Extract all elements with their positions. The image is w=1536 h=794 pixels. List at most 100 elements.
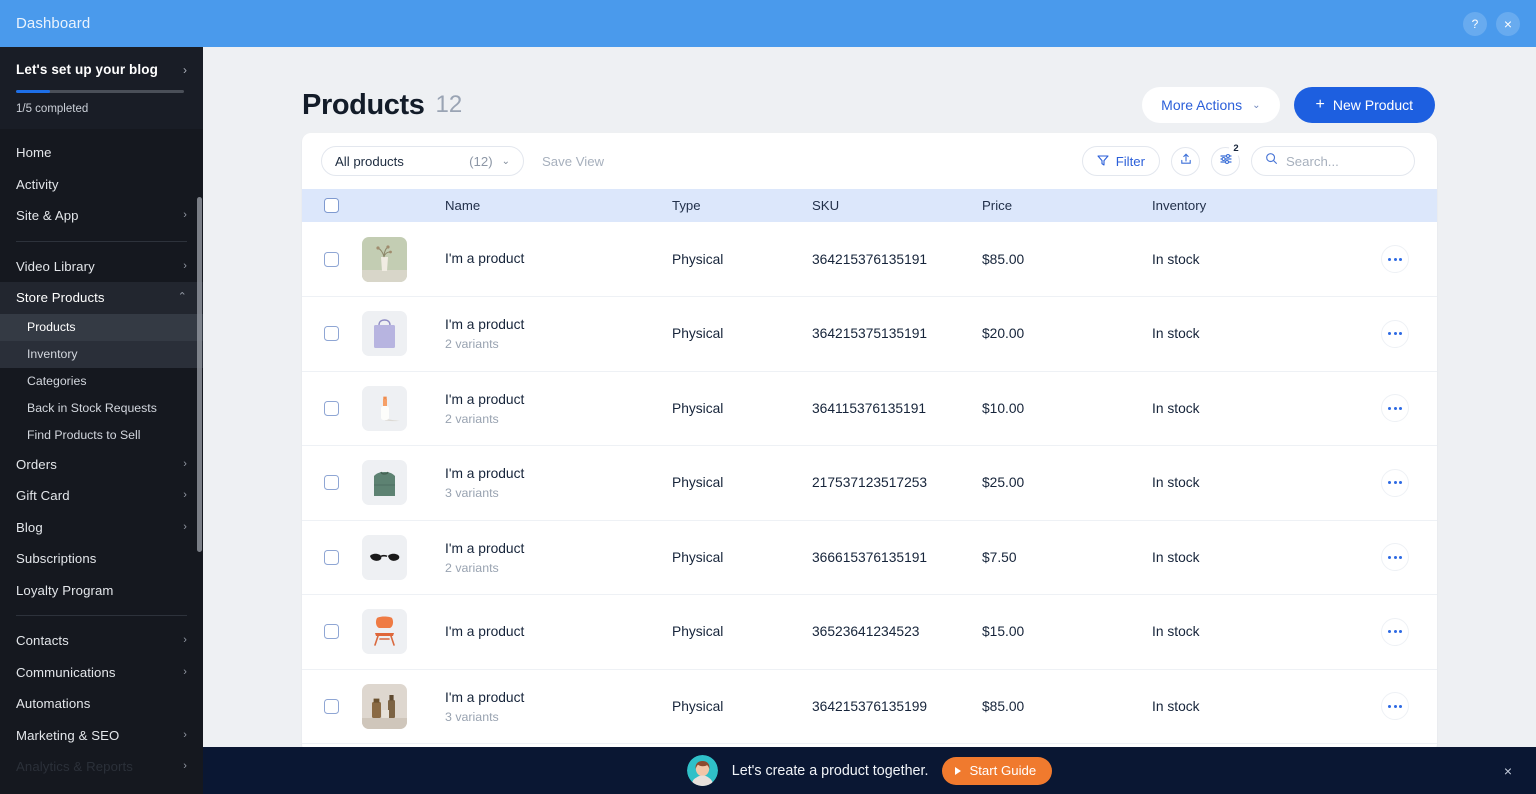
sidebar-item-find-products-to-sell[interactable]: Find Products to Sell (0, 422, 203, 449)
row-more-actions-button[interactable] (1381, 320, 1409, 348)
page-header: Products 12 More Actions ⌄ + New Product (203, 47, 1536, 133)
row-checkbox[interactable] (324, 326, 339, 341)
search-box[interactable] (1251, 146, 1415, 176)
close-icon[interactable]: × (1496, 12, 1520, 36)
sidebar-item-contacts[interactable]: Contacts› (0, 625, 203, 657)
sidebar-item-products[interactable]: Products (0, 314, 203, 341)
row-actions-cell (1357, 595, 1437, 670)
row-more-actions-button[interactable] (1381, 245, 1409, 273)
filter-button[interactable]: Filter (1082, 146, 1160, 176)
sidebar-item-site-app[interactable]: Site & App› (0, 200, 203, 232)
chevron-right-icon: › (183, 635, 187, 646)
row-select-cell (302, 520, 362, 595)
row-checkbox[interactable] (324, 699, 339, 714)
sidebar-item-analytics-reports[interactable]: Analytics & Reports› (0, 751, 203, 783)
sidebar-setup-panel[interactable]: Let's set up your blog › 1/5 completed (0, 47, 203, 129)
sidebar-item-subscriptions[interactable]: Subscriptions (0, 543, 203, 575)
row-more-actions-button[interactable] (1381, 618, 1409, 646)
sidebar-item-inventory[interactable]: Inventory (0, 341, 203, 368)
row-price-cell: $85.00 (982, 222, 1152, 297)
row-name-cell: I'm a product (445, 595, 672, 670)
sidebar-item-orders[interactable]: Orders› (0, 449, 203, 481)
row-price-cell: $7.50 (982, 520, 1152, 595)
save-view-button[interactable]: Save View (542, 154, 604, 169)
product-name: I'm a product (445, 465, 672, 483)
row-name-cell: I'm a product3 variants (445, 446, 672, 521)
th-sku: SKU (812, 189, 982, 222)
sidebar-item-label: Back in Stock Requests (27, 401, 157, 415)
sidebar-item-label: Store Products (16, 290, 178, 305)
select-all-checkbox[interactable] (324, 198, 339, 213)
table-row[interactable]: I'm a product2 variantsPhysical364115376… (302, 371, 1437, 446)
sidebar-item-marketing-seo[interactable]: Marketing & SEO› (0, 720, 203, 752)
start-guide-button[interactable]: Start Guide (942, 757, 1052, 785)
row-checkbox[interactable] (324, 624, 339, 639)
chevron-right-icon: › (183, 459, 187, 470)
view-selector[interactable]: All products (12) ⌄ (321, 146, 524, 176)
row-checkbox[interactable] (324, 252, 339, 267)
table-row[interactable]: I'm a productPhysical36523641234523$15.0… (302, 595, 1437, 670)
product-name: I'm a product (445, 316, 672, 334)
row-type-cell: Physical (672, 371, 812, 446)
sidebar-item-blog[interactable]: Blog› (0, 512, 203, 544)
column-settings-button[interactable]: 2 (1211, 147, 1240, 176)
sidebar-item-video-library[interactable]: Video Library› (0, 251, 203, 283)
row-inventory-cell: In stock (1152, 371, 1357, 446)
sidebar-item-label: Gift Card (16, 488, 183, 503)
product-name: I'm a product (445, 391, 672, 409)
row-more-actions-button[interactable] (1381, 543, 1409, 571)
product-thumbnail (362, 535, 407, 580)
sidebar-scrollbar[interactable] (197, 197, 202, 552)
export-button[interactable] (1171, 147, 1200, 176)
product-variants: 3 variants (445, 710, 672, 724)
dot (1394, 481, 1397, 484)
page-title: Products (302, 89, 425, 122)
row-thumbnail-cell (362, 446, 445, 521)
sidebar-item-automations[interactable]: Automations (0, 688, 203, 720)
sidebar-item-activity[interactable]: Activity (0, 169, 203, 201)
dot (1388, 481, 1391, 484)
sidebar-item-store-products[interactable]: Store Products⌃ (0, 282, 203, 314)
row-more-actions-button[interactable] (1381, 469, 1409, 497)
chevron-right-icon: › (183, 261, 187, 272)
play-icon (955, 767, 961, 775)
banner-close-icon[interactable]: × (1504, 763, 1512, 779)
more-actions-button[interactable]: More Actions ⌄ (1142, 87, 1279, 123)
table-row[interactable]: I'm a product3 variantsPhysical217537123… (302, 446, 1437, 521)
table-row[interactable]: I'm a productPhysical364215376135191$85.… (302, 222, 1437, 297)
dot (1399, 407, 1402, 410)
new-product-label: New Product (1333, 97, 1413, 113)
chevron-right-icon: › (183, 730, 187, 741)
chevron-right-icon: › (183, 761, 187, 772)
row-checkbox[interactable] (324, 401, 339, 416)
row-type-cell: Physical (672, 222, 812, 297)
sidebar-item-label: Home (16, 145, 187, 160)
row-name-cell: I'm a product2 variants (445, 297, 672, 372)
sidebar-setup-title: Let's set up your blog (16, 62, 158, 77)
sidebar-item-gift-card[interactable]: Gift Card› (0, 480, 203, 512)
row-checkbox[interactable] (324, 550, 339, 565)
sidebar-item-label: Communications (16, 665, 183, 680)
row-more-actions-button[interactable] (1381, 394, 1409, 422)
row-select-cell (302, 222, 362, 297)
sidebar-setup-header[interactable]: Let's set up your blog › (16, 62, 187, 77)
setup-progress-label: 1/5 completed (16, 103, 187, 115)
sidebar-item-home[interactable]: Home (0, 137, 203, 169)
row-sku-cell: 364215376135191 (812, 222, 982, 297)
row-more-actions-button[interactable] (1381, 692, 1409, 720)
table-row[interactable]: I'm a product3 variantsPhysical364215376… (302, 669, 1437, 744)
row-sku-cell: 36523641234523 (812, 595, 982, 670)
help-icon[interactable]: ? (1463, 12, 1487, 36)
row-checkbox[interactable] (324, 475, 339, 490)
search-input[interactable] (1286, 154, 1437, 169)
th-inventory: Inventory (1152, 189, 1357, 222)
sidebar-item-back-in-stock-requests[interactable]: Back in Stock Requests (0, 395, 203, 422)
sidebar-item-communications[interactable]: Communications› (0, 657, 203, 689)
table-row[interactable]: I'm a product2 variantsPhysical366615376… (302, 520, 1437, 595)
new-product-button[interactable]: + New Product (1294, 87, 1436, 123)
sidebar-item-categories[interactable]: Categories (0, 368, 203, 395)
dot (1394, 258, 1397, 261)
row-price-cell: $20.00 (982, 297, 1152, 372)
sidebar-item-loyalty-program[interactable]: Loyalty Program (0, 575, 203, 607)
table-row[interactable]: I'm a product2 variantsPhysical364215375… (302, 297, 1437, 372)
